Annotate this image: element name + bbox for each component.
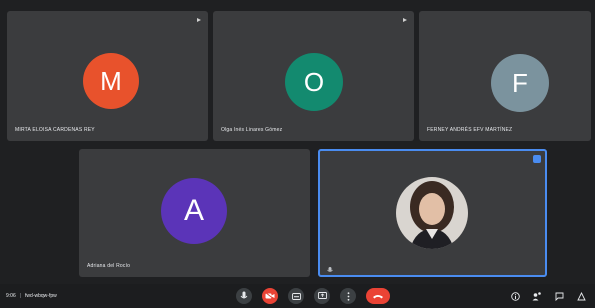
clock-time: 9:06 [6, 293, 16, 299]
meeting-stage: M MIRTA ELOISA CARDENAS REY O Olga Inés … [0, 0, 595, 308]
participant-video-thumbnail [396, 177, 468, 249]
self-video-tile[interactable] [318, 149, 547, 277]
present-button[interactable] [314, 288, 330, 304]
participant-avatar: O [285, 53, 343, 111]
activities-button[interactable] [575, 290, 587, 302]
avatar-initial: M [100, 65, 122, 96]
present-icon [317, 292, 327, 299]
camera-toggle-button[interactable] [262, 288, 278, 304]
mic-icon [240, 291, 248, 299]
more-vertical-icon [347, 291, 349, 301]
pin-icon[interactable] [196, 17, 202, 23]
pin-icon[interactable] [402, 17, 408, 23]
participant-name: FERNEY ANDRÉS EFV MARTÍNEZ [427, 127, 513, 133]
captions-icon [291, 292, 301, 300]
activities-icon [576, 291, 586, 300]
avatar-initial: A [183, 194, 204, 227]
chat-icon [555, 292, 563, 301]
avatar-initial: F [512, 67, 528, 98]
participant-name: Adriana del Rocío [87, 263, 131, 269]
chat-button[interactable] [553, 290, 565, 302]
control-bar: 9:06 | fwd-wbqw-fpw [0, 284, 595, 308]
participant-tile[interactable]: M MIRTA ELOISA CARDENAS REY [7, 11, 208, 141]
captions-button[interactable] [288, 288, 304, 304]
people-button[interactable] [531, 290, 543, 302]
participant-name: Olga Inés Linares Gómez [221, 127, 283, 133]
participant-avatar: A [161, 178, 227, 244]
participant-tile[interactable]: F FERNEY ANDRÉS EFV MARTÍNEZ [419, 11, 591, 141]
participant-name: MIRTA ELOISA CARDENAS REY [15, 127, 95, 133]
camera-off-icon [265, 292, 275, 300]
info-icon [510, 291, 520, 301]
mic-icon [326, 261, 334, 272]
people-icon [532, 291, 541, 300]
participant-tile[interactable]: O Olga Inés Linares Gómez [213, 11, 414, 141]
participant-avatar: F [491, 54, 549, 112]
participant-avatar: M [83, 53, 139, 109]
info-button[interactable] [509, 290, 521, 302]
call-end-icon [373, 295, 383, 299]
avatar-initial: O [303, 66, 325, 97]
meeting-info: 9:06 | fwd-wbqw-fpw [6, 293, 57, 299]
leave-call-button[interactable] [366, 288, 390, 304]
participant-tile[interactable]: A Adriana del Rocío [79, 149, 310, 277]
mic-button[interactable] [236, 288, 252, 304]
more-options-icon[interactable] [533, 155, 541, 163]
more-options-button[interactable] [340, 288, 356, 304]
meeting-code: fwd-wbqw-fpw [25, 293, 57, 299]
separator: | [19, 293, 22, 299]
